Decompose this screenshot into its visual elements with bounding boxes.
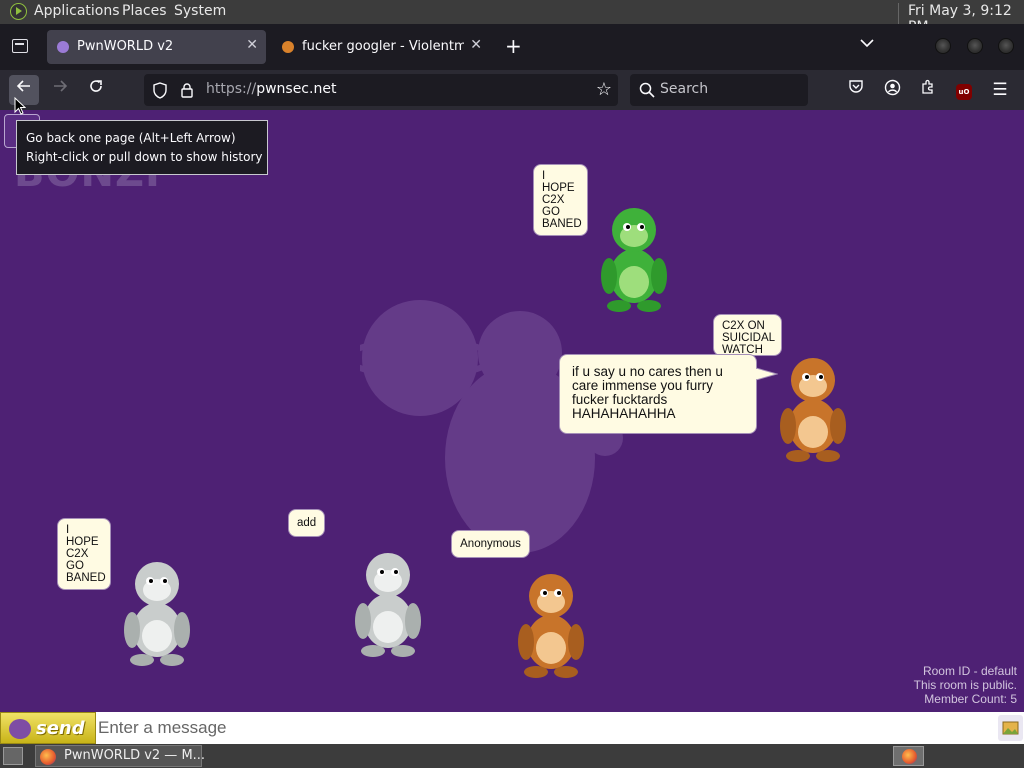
reload-button[interactable] xyxy=(81,75,111,105)
image-icon xyxy=(1002,721,1019,735)
hamburger-menu-icon[interactable]: ☰ xyxy=(989,79,1011,101)
mouse-cursor-icon xyxy=(14,97,26,115)
taskbar-window-title: PwnWORLD v2 — M... xyxy=(64,748,206,763)
show-desktop-icon[interactable] xyxy=(3,747,23,765)
shield-icon[interactable] xyxy=(152,82,168,99)
member-count: Member Count: 5 xyxy=(924,692,1017,706)
system-menu[interactable]: System xyxy=(174,3,226,19)
back-button-tooltip: Go back one page (Alt+Left Arrow) Right-… xyxy=(16,120,268,175)
tab-violentmonkey[interactable]: fucker googler - Violentmonkey ✕ xyxy=(272,30,490,64)
workspace-switcher[interactable] xyxy=(893,746,924,766)
close-tab-icon[interactable]: ✕ xyxy=(470,37,482,53)
bonzi-avatar[interactable] xyxy=(772,352,854,464)
tab-label: fucker googler - Violentmonkey xyxy=(302,39,464,54)
tab-strip: PwnWORLD v2 ✕ fucker googler - Violentmo… xyxy=(0,24,1024,70)
tab-pwnworld[interactable]: PwnWORLD v2 ✕ xyxy=(47,30,266,64)
chat-bar: send xyxy=(0,712,1024,744)
maximize-button[interactable] xyxy=(967,38,983,54)
pocket-icon[interactable] xyxy=(845,79,867,101)
top-panel: Applications Places System Fri May 3, 9:… xyxy=(0,0,1024,35)
bookmark-star-icon[interactable]: ☆ xyxy=(596,79,612,100)
tooltip-line: Right-click or pull down to show history xyxy=(26,150,263,164)
bonzi-face-icon xyxy=(9,719,31,739)
tab-label: PwnWORLD v2 xyxy=(77,39,174,54)
room-id: Room ID - default xyxy=(922,664,1017,678)
chevron-down-icon xyxy=(860,39,874,48)
firefox-icon xyxy=(40,749,56,765)
arrow-right-icon xyxy=(54,80,68,92)
applications-menu[interactable]: Applications xyxy=(34,3,120,19)
bonzi-avatar[interactable] xyxy=(593,202,675,314)
speech-bubble: C2X ON SUICIDAL WATCH xyxy=(713,314,782,356)
navigation-toolbar: https://pwnsec.net ☆ Search uO ☰ xyxy=(0,70,1024,110)
url-text[interactable]: https://pwnsec.net xyxy=(206,81,336,97)
new-tab-button[interactable]: + xyxy=(505,34,522,58)
firefox-view-icon[interactable] xyxy=(12,39,28,53)
reload-icon xyxy=(90,80,102,92)
lock-icon[interactable] xyxy=(180,82,194,98)
bonzi-avatar[interactable] xyxy=(347,547,429,659)
arrow-left-icon xyxy=(16,80,30,92)
firefox-icon xyxy=(902,749,917,764)
bonzi-avatar[interactable] xyxy=(510,568,592,680)
message-input[interactable] xyxy=(98,714,996,742)
url-bar[interactable]: https://pwnsec.net ☆ xyxy=(144,74,618,106)
violentmonkey-favicon-icon xyxy=(282,41,294,53)
bonzi-avatar[interactable] xyxy=(116,556,198,668)
taskbar: PwnWORLD v2 — M... xyxy=(0,744,1024,768)
search-placeholder: Search xyxy=(660,81,709,97)
tooltip-line: Go back one page (Alt+Left Arrow) xyxy=(26,131,236,145)
image-picker-button[interactable] xyxy=(998,715,1023,741)
room-info: Room ID - default This room is public. M… xyxy=(914,664,1017,706)
speech-bubble: Anonymous xyxy=(451,530,530,558)
send-label: send xyxy=(36,718,85,739)
ublock-origin-icon[interactable]: uO xyxy=(953,79,975,101)
close-window-button[interactable] xyxy=(998,38,1014,54)
minimize-button[interactable] xyxy=(935,38,951,54)
search-bar[interactable]: Search xyxy=(630,74,808,106)
speech-bubble: I HOPE C2X GO BANED xyxy=(57,518,111,590)
send-button[interactable]: send xyxy=(0,712,96,744)
room-visibility: This room is public. xyxy=(913,678,1017,692)
speech-bubble: if u say u no cares then u care immense … xyxy=(559,354,757,434)
taskbar-window-firefox[interactable]: PwnWORLD v2 — M... xyxy=(35,745,206,767)
search-icon xyxy=(639,82,655,98)
forward-button[interactable] xyxy=(45,75,75,105)
speech-bubble: I HOPE C2X GO BANED xyxy=(533,164,588,236)
extensions-icon[interactable] xyxy=(917,79,939,101)
account-icon[interactable] xyxy=(881,79,903,101)
speech-bubble: add xyxy=(288,509,325,537)
applications-menu-icon[interactable] xyxy=(10,3,27,20)
close-tab-icon[interactable]: ✕ xyxy=(246,37,258,53)
list-all-tabs-button[interactable] xyxy=(860,36,874,52)
pwnworld-favicon-icon xyxy=(57,41,69,53)
page-content: BONZI I HOPE C2X GO BANED C2X ON SUICIDA… xyxy=(0,110,1024,744)
places-menu[interactable]: Places xyxy=(122,3,167,19)
